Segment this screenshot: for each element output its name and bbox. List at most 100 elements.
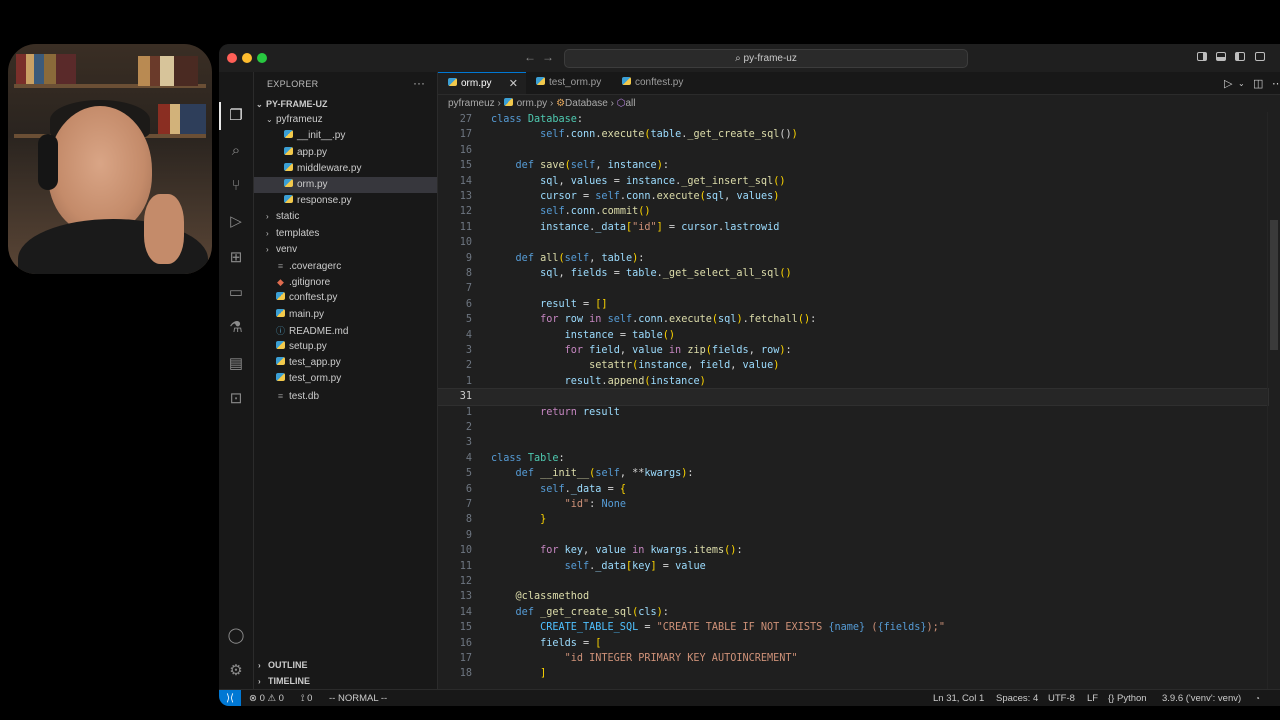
- explorer-icon[interactable]: ❐: [226, 106, 246, 126]
- maximize-window-button[interactable]: [257, 53, 267, 63]
- code-line[interactable]: 10 for key, value in kwargs.items():: [438, 543, 1268, 558]
- code-editor[interactable]: 27 class Database: 17 self.conn.execute(ta…: [438, 112, 1280, 689]
- folder-item[interactable]: › static: [254, 209, 437, 225]
- split-editor-icon[interactable]: ◫: [1253, 77, 1263, 90]
- code-line[interactable]: 3: [438, 435, 1268, 450]
- language-mode[interactable]: {} Python: [1108, 690, 1147, 706]
- run-debug-icon[interactable]: ▷: [226, 212, 246, 232]
- code-line[interactable]: 2: [438, 420, 1268, 435]
- code-line[interactable]: 17 "id INTEGER PRIMARY KEY AUTOINCREMENT…: [438, 651, 1268, 666]
- code-line[interactable]: 6 result = []: [438, 297, 1268, 312]
- code-line[interactable]: 18 ]: [438, 666, 1268, 681]
- file-item[interactable]: main.py: [254, 307, 437, 323]
- code-line[interactable]: 16: [438, 143, 1268, 158]
- python-interpreter[interactable]: 3.9.6 ('venv': venv): [1162, 690, 1241, 706]
- code-line[interactable]: 8 }: [438, 512, 1268, 527]
- code-line[interactable]: 31: [438, 388, 1269, 406]
- source-control-icon[interactable]: ⑂: [226, 176, 246, 196]
- cursor-position[interactable]: Ln 31, Col 1: [933, 690, 984, 706]
- code-line[interactable]: 14 def _get_create_sql(cls):: [438, 605, 1268, 620]
- code-line[interactable]: 17 self.conn.execute(table._get_create_s…: [438, 127, 1268, 142]
- indentation[interactable]: Spaces: 4: [996, 690, 1038, 706]
- problems-indicator[interactable]: ⊗ 0 ⚠ 0: [249, 690, 284, 706]
- file-item[interactable]: ≡ .coveragerc: [254, 258, 437, 274]
- folder-item[interactable]: › templates: [254, 226, 437, 242]
- encoding[interactable]: UTF-8: [1048, 690, 1075, 706]
- tab-orm-py[interactable]: orm.py ✕: [438, 72, 526, 94]
- editor-more-actions-icon[interactable]: ⋯: [1272, 77, 1280, 90]
- code-line[interactable]: 7: [438, 281, 1268, 296]
- folder-item[interactable]: ⌄ pyframeuz: [254, 112, 437, 128]
- code-line[interactable]: 9 def all(self, table):: [438, 251, 1268, 266]
- remote-indicator[interactable]: ⟩⟨: [219, 690, 241, 706]
- code-line[interactable]: 12: [438, 574, 1268, 589]
- folder-item[interactable]: › venv: [254, 242, 437, 258]
- tab-conftest-py[interactable]: conftest.py: [612, 72, 708, 94]
- code-line[interactable]: 16 fields = [: [438, 636, 1268, 651]
- customize-layout-icon[interactable]: [1255, 52, 1265, 61]
- file-item[interactable]: response.py: [254, 193, 437, 209]
- code-line[interactable]: 15 def save(self, instance):: [438, 158, 1268, 173]
- end-of-line[interactable]: LF: [1087, 690, 1098, 706]
- code-line[interactable]: 11 self._data[key] = value: [438, 559, 1268, 574]
- code-line[interactable]: 9: [438, 528, 1268, 543]
- toggle-panel-icon[interactable]: [1216, 52, 1226, 61]
- notifications-bell-icon[interactable]: ◔: [1255, 690, 1260, 706]
- close-tab-icon[interactable]: ✕: [509, 73, 518, 95]
- docker-icon[interactable]: ▤: [226, 354, 246, 374]
- breadcrumb-method[interactable]: all: [625, 98, 635, 109]
- code-line[interactable]: 7 "id": None: [438, 497, 1268, 512]
- file-item[interactable]: ◆ .gitignore: [254, 274, 437, 290]
- code-line[interactable]: 4 instance = table(): [438, 328, 1268, 343]
- run-dropdown-chevron-icon[interactable]: ⌄: [1238, 79, 1245, 88]
- toggle-secondary-sidebar-icon[interactable]: [1235, 52, 1245, 61]
- file-item[interactable]: orm.py: [254, 177, 437, 193]
- forward-arrow-icon[interactable]: →: [542, 50, 554, 64]
- code-line[interactable]: 6 self._data = {: [438, 482, 1268, 497]
- gear-icon[interactable]: ⚙: [226, 661, 246, 681]
- code-line[interactable]: 15 CREATE_TABLE_SQL = "CREATE TABLE IF N…: [438, 620, 1268, 635]
- file-item[interactable]: setup.py: [254, 339, 437, 355]
- breadcrumb-folder[interactable]: pyframeuz: [448, 98, 495, 109]
- explorer-root-folder[interactable]: ⌄ PY-FRAME-UZ: [254, 96, 437, 112]
- code-line[interactable]: 1 return result: [438, 405, 1268, 420]
- close-window-button[interactable]: [227, 53, 237, 63]
- code-line[interactable]: 13 @classmethod: [438, 589, 1268, 604]
- breadcrumb-file[interactable]: orm.py: [517, 98, 548, 109]
- file-item[interactable]: conftest.py: [254, 290, 437, 306]
- more-actions-icon[interactable]: ···: [413, 76, 425, 90]
- breadcrumb-class[interactable]: Database: [565, 98, 608, 109]
- code-line[interactable]: 5 for row in self.conn.execute(sql).fetc…: [438, 312, 1268, 327]
- file-item[interactable]: ⓘ README.md: [254, 323, 437, 339]
- code-line[interactable]: 1 result.append(instance): [438, 374, 1268, 389]
- outline-section[interactable]: › OUTLINE: [254, 657, 437, 673]
- ports-indicator[interactable]: ⟟ 0: [301, 690, 312, 706]
- account-icon[interactable]: ◯: [226, 626, 246, 646]
- tab-test-orm-py[interactable]: test_orm.py: [526, 72, 612, 94]
- code-line[interactable]: 5 def __init__(self, **kwargs):: [438, 466, 1268, 481]
- file-item[interactable]: ≡ test.db: [254, 388, 437, 404]
- code-line[interactable]: 27 class Database:: [438, 112, 1268, 127]
- command-center-search[interactable]: ⌕ py-frame-uz: [564, 49, 968, 68]
- toggle-primary-sidebar-icon[interactable]: [1197, 52, 1207, 61]
- vertical-scrollbar[interactable]: [1270, 220, 1278, 350]
- extensions-icon[interactable]: ⊞: [226, 248, 246, 268]
- remote-explorer-icon[interactable]: ▭: [226, 283, 246, 303]
- file-item[interactable]: middleware.py: [254, 161, 437, 177]
- code-line[interactable]: 2 setattr(instance, field, value): [438, 358, 1268, 373]
- search-icon[interactable]: ⌕: [226, 141, 246, 161]
- code-line[interactable]: 14 sql, values = instance._get_insert_sq…: [438, 174, 1268, 189]
- code-line[interactable]: 4 class Table:: [438, 451, 1268, 466]
- file-item[interactable]: app.py: [254, 145, 437, 161]
- database-icon[interactable]: ⊡: [226, 389, 246, 409]
- minimize-window-button[interactable]: [242, 53, 252, 63]
- file-item[interactable]: __init__.py: [254, 128, 437, 144]
- run-python-file-icon[interactable]: ▷: [1224, 77, 1232, 90]
- code-line[interactable]: 11 instance._data["id"] = cursor.lastrow…: [438, 220, 1268, 235]
- code-line[interactable]: 10: [438, 235, 1268, 250]
- code-line[interactable]: 8 sql, fields = table._get_select_all_sq…: [438, 266, 1268, 281]
- file-item[interactable]: test_orm.py: [254, 371, 437, 387]
- timeline-section[interactable]: › TIMELINE: [254, 673, 437, 689]
- code-line[interactable]: 12 self.conn.commit(): [438, 204, 1268, 219]
- file-item[interactable]: test_app.py: [254, 355, 437, 371]
